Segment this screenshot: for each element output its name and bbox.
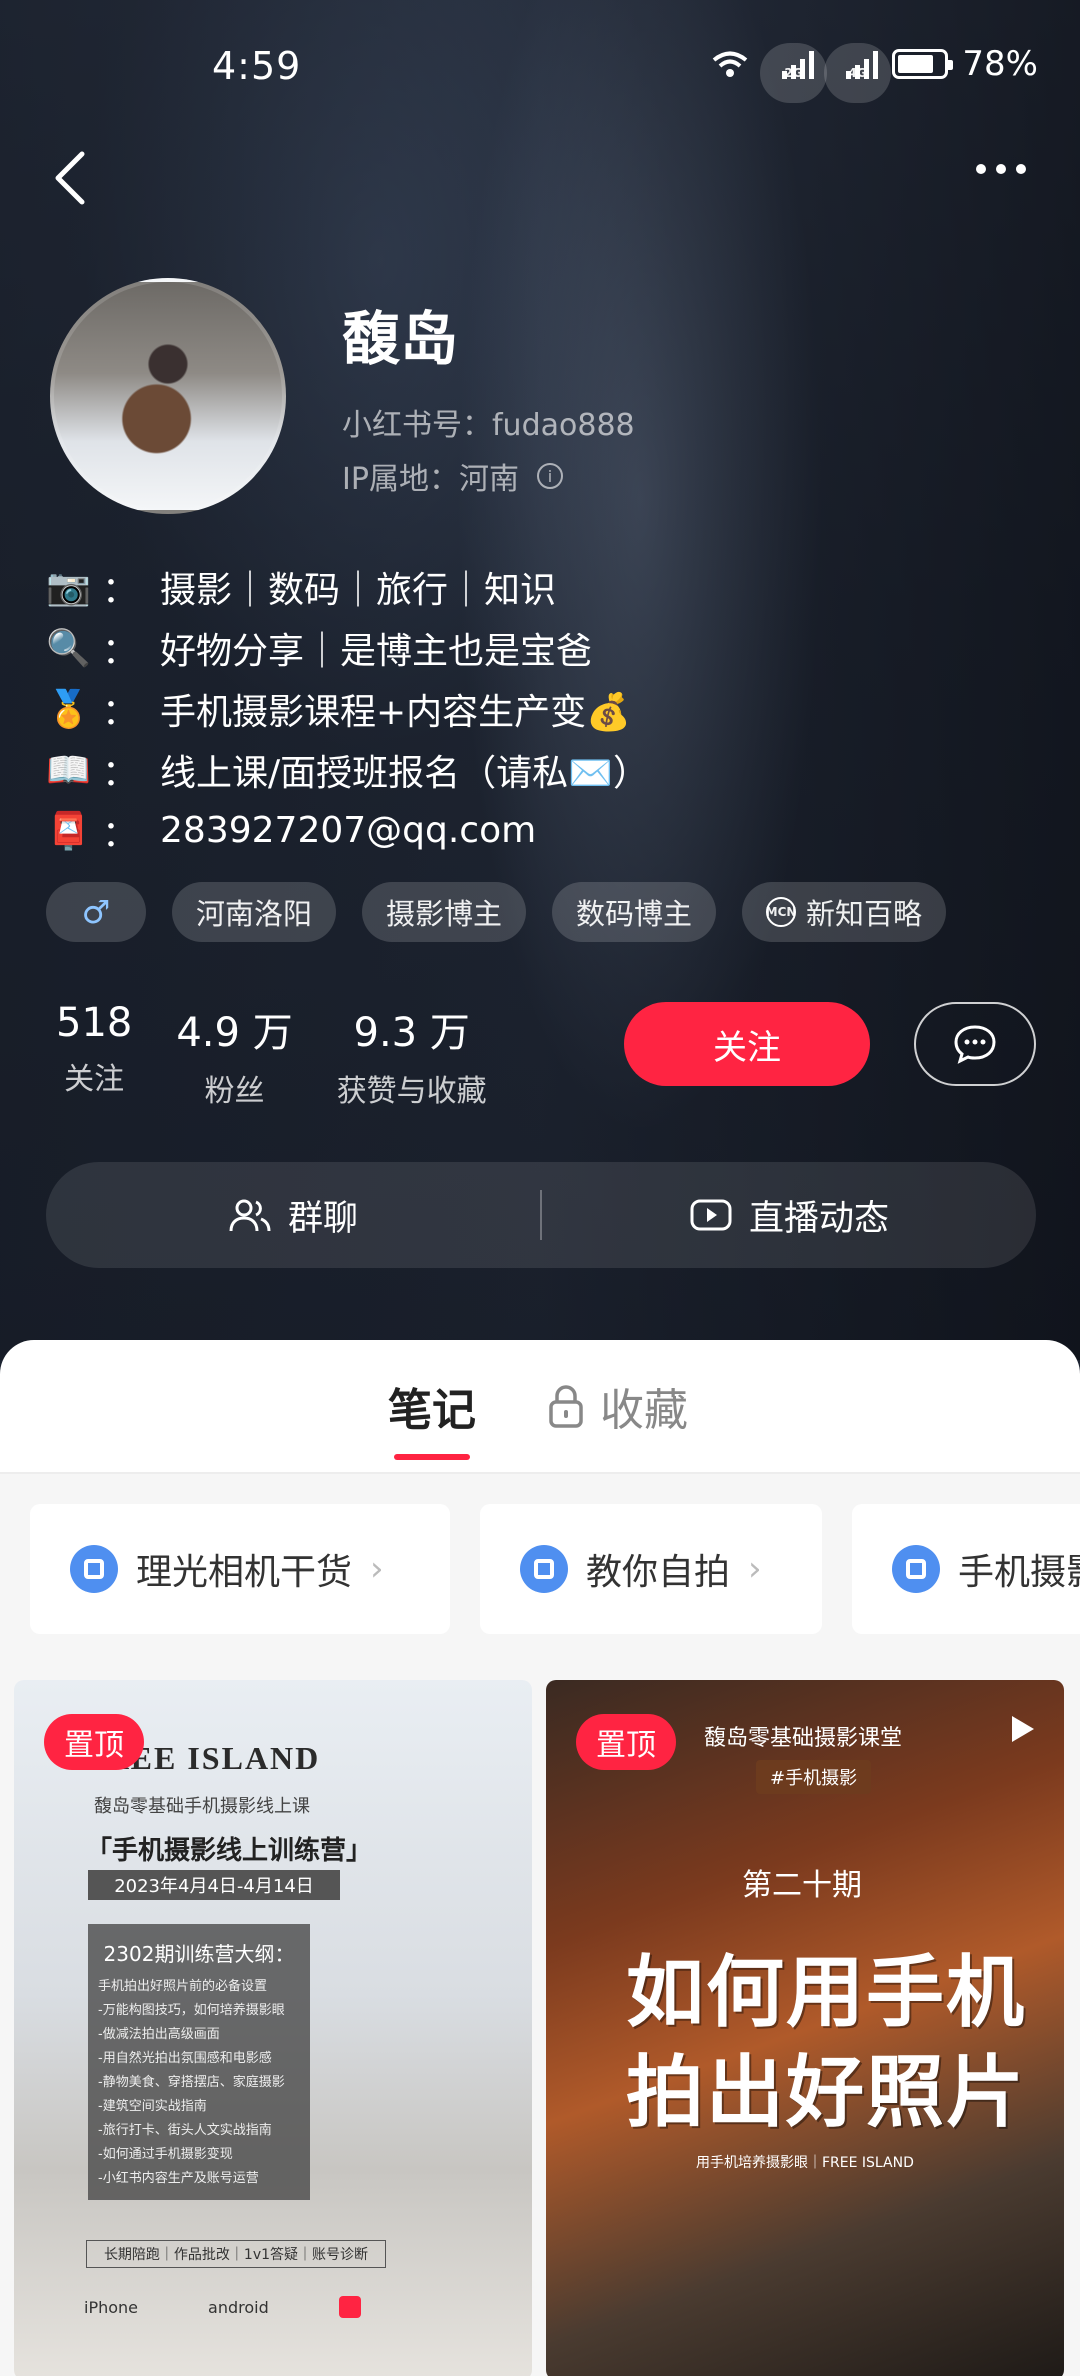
poster-headline-line2: 拍出好照片 [625, 2048, 1026, 2138]
bio-line: 🏅：手机摄影课程+内容生产变💰 [46, 688, 632, 733]
chevron-right-icon: › [370, 1549, 384, 1589]
group-users-icon [229, 1199, 271, 1232]
chat-bubble-icon [954, 1025, 996, 1064]
back-icon[interactable] [50, 150, 90, 206]
info-icon[interactable]: i [536, 463, 563, 489]
stat-followers[interactable]: 4.9 万 粉丝 [176, 1000, 292, 1110]
tab-notes[interactable]: 笔记 [388, 1374, 476, 1460]
poster-footer: 长期陪跑｜作品批改｜1v1答疑｜账号诊断 [86, 2240, 386, 2268]
medal-icon: 🏅 [46, 688, 91, 730]
message-button[interactable] [914, 1002, 1036, 1086]
poster-headline-line1: 如何用手机 [625, 1948, 1026, 2038]
collection-item[interactable]: 手机摄影 [852, 1504, 1080, 1634]
follow-button[interactable]: 关注 [624, 1002, 870, 1086]
live-updates-button[interactable]: 直播动态 [542, 1190, 1036, 1241]
profile-tags: ♂ 河南洛阳 摄影博主 数码博主 MCN 新知百略 [46, 882, 947, 942]
profile-name: 馥岛 [342, 305, 459, 373]
profile-stats: 518 关注 4.9 万 粉丝 9.3 万 获赞与收藏 [56, 1000, 531, 1110]
tag-digital-blogger[interactable]: 数码博主 [552, 882, 717, 942]
collection-icon [892, 1545, 940, 1593]
group-live-bar: 群聊 直播动态 [46, 1162, 1036, 1268]
account-id: 小红书号：fudao888 [342, 408, 635, 443]
poster-brands: iPhone android [84, 2296, 361, 2318]
poster-period: 第二十期 [742, 1868, 862, 1903]
bio-line: 📷：摄影｜数码｜旅行｜知识 [46, 566, 557, 611]
content-tabs: 笔记 收藏 [0, 1340, 1080, 1474]
bio-line: 🔍：好物分享｜是博主也是宝爸 [46, 627, 593, 672]
video-play-icon [1012, 1716, 1034, 1742]
status-time: 4:59 [212, 44, 302, 88]
notes-feed: 置顶 FREE ISLAND 馥岛零基础手机摄影线上课 「手机摄影线上训练营」 … [0, 1654, 1080, 2376]
status-bar-icons: 2G 4G 78% [710, 43, 1038, 103]
xiaohongshu-logo-icon [338, 2296, 361, 2318]
tab-favorites[interactable]: 收藏 [548, 1374, 688, 1438]
pinned-badge: 置顶 [576, 1714, 676, 1770]
note-card[interactable]: 置顶 FREE ISLAND 馥岛零基础手机摄影线上课 「手机摄影线上训练营」 … [14, 1680, 532, 2376]
collection-icon [70, 1545, 118, 1593]
tag-mcn[interactable]: MCN 新知百略 [742, 882, 947, 942]
collection-list: 理光相机干货 › 教你自拍 › 手机摄影 [0, 1474, 1080, 1654]
battery-percent: 78% [962, 44, 1038, 84]
content-panel: 笔记 收藏 理光相机干货 › 教你自拍 › 手机摄影 置顶 [0, 1340, 1080, 2376]
gender-male-icon: ♂ [46, 882, 146, 942]
chevron-right-icon: › [748, 1549, 762, 1589]
tag-location[interactable]: 河南洛阳 [172, 882, 337, 942]
note-card[interactable]: 置顶 馥岛零基础摄影课堂 #手机摄影 第二十期 如何用手机 拍出好照片 用手机培… [546, 1680, 1064, 2376]
collection-item[interactable]: 理光相机干货 › [30, 1504, 450, 1634]
signal-4g-icon: 4G [824, 43, 891, 103]
poster-outline: 2302期训练营大纲： 手机拍出好照片前的必备设置 -万能构图技巧，如何培养摄影… [88, 1924, 310, 2200]
wifi-icon [713, 51, 748, 77]
bio: 📷：摄影｜数码｜旅行｜知识 🔍：好物分享｜是博主也是宝爸 🏅：手机摄影课程+内容… [46, 556, 1046, 861]
collection-item[interactable]: 教你自拍 › [480, 1504, 822, 1634]
more-options-icon[interactable] [976, 164, 1026, 174]
pinned-badge: 置顶 [44, 1714, 144, 1770]
magnifier-icon: 🔍 [46, 627, 91, 669]
lock-icon [549, 1385, 583, 1428]
stat-following[interactable]: 518 关注 [56, 1000, 132, 1110]
bio-line: 📖：线上课/面授班报名（请私✉️） [46, 749, 649, 794]
ip-location: IP属地：河南 i [342, 454, 563, 498]
camera-icon: 📷 [46, 566, 91, 608]
poster-headline: 「手机摄影线上训练营」 [86, 1836, 373, 1866]
signal-2g-icon: 2G [760, 43, 827, 103]
poster-date: 2023年4月4日-4月14日 [88, 1870, 340, 1900]
poster-subtitle: 馥岛零基础手机摄影线上课 [94, 1796, 310, 1817]
collection-icon [520, 1545, 568, 1593]
tag-photography-blogger[interactable]: 摄影博主 [362, 882, 527, 942]
mailbox-icon: 📮 [46, 810, 91, 852]
battery-icon [892, 49, 954, 79]
bio-line: 📮： 283927207@qq.com [46, 810, 537, 855]
group-chat-button[interactable]: 群聊 [46, 1190, 540, 1241]
mcn-icon: MCN [766, 897, 796, 927]
live-video-icon [690, 1199, 732, 1231]
book-icon: 📖 [46, 749, 91, 791]
poster-hashtag: #手机摄影 [756, 1760, 872, 1794]
poster-caption: 用手机培养摄影眼｜FREE ISLAND [696, 2155, 914, 2171]
avatar[interactable] [50, 278, 286, 514]
poster-top-text: 馥岛零基础摄影课堂 [704, 1726, 903, 1751]
stat-likes[interactable]: 9.3 万 获赞与收藏 [337, 1000, 487, 1110]
